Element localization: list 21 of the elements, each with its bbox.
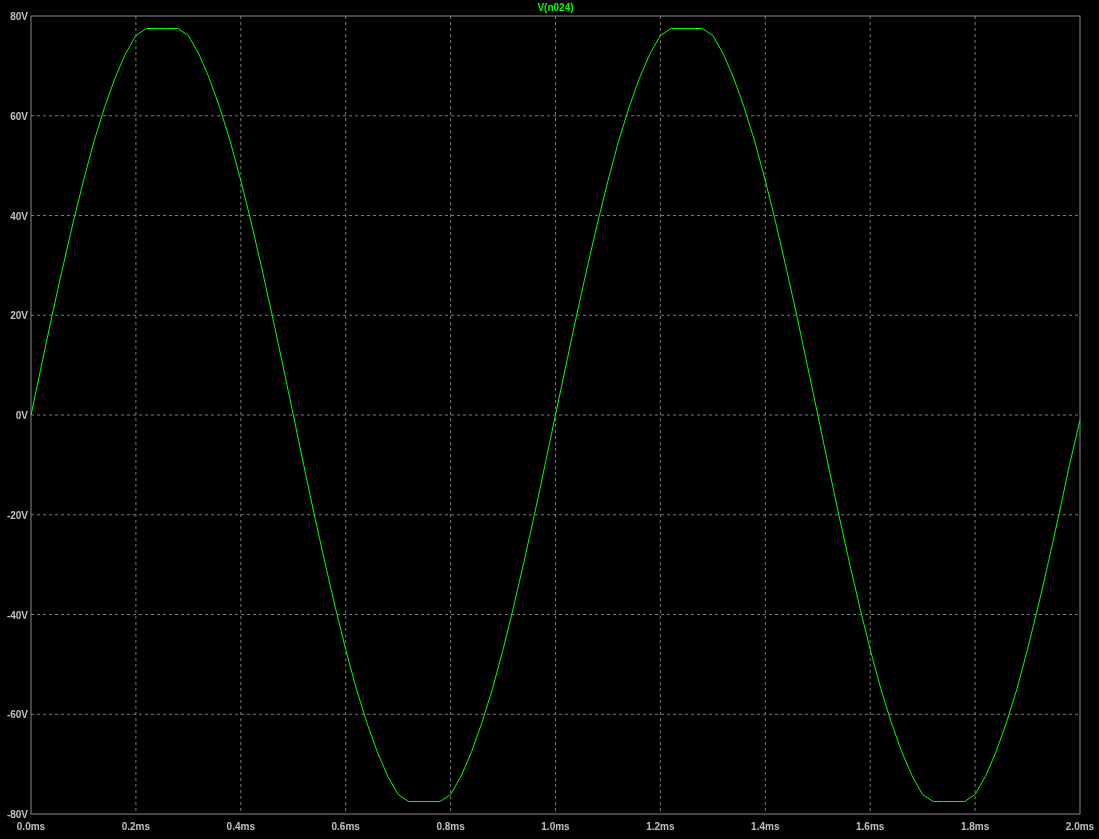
x-tick-label: 0.2ms [121, 821, 151, 832]
y-tick-label: 80V [10, 11, 28, 22]
x-tick-label: 1.2ms [646, 821, 675, 832]
y-tick-label: 20V [10, 310, 28, 322]
x-tick-label: 0.0ms [16, 821, 46, 832]
x-tick-label: 1.6ms [856, 821, 885, 832]
y-tick-label: -20V [6, 509, 28, 521]
y-tick-label: -80V [6, 809, 28, 820]
x-tick-label: 0.6ms [331, 821, 360, 832]
trace-label[interactable]: V(n024) [537, 2, 574, 13]
y-tick-label: -40V [6, 609, 28, 621]
y-tick-label: -60V [6, 709, 28, 721]
x-tick-label: 1.8ms [960, 821, 990, 832]
y-tick-label: 60V [10, 110, 28, 122]
x-tick-label: 1.4ms [751, 821, 780, 832]
x-tick-label: 0.8ms [436, 821, 465, 832]
y-tick-label: 0V [15, 410, 28, 421]
x-tick-label: 2.0ms [1065, 821, 1095, 832]
x-tick-label: 0.4ms [226, 821, 255, 832]
y-tick-label: 40V [10, 210, 28, 222]
x-tick-label: 1.0ms [541, 821, 570, 832]
